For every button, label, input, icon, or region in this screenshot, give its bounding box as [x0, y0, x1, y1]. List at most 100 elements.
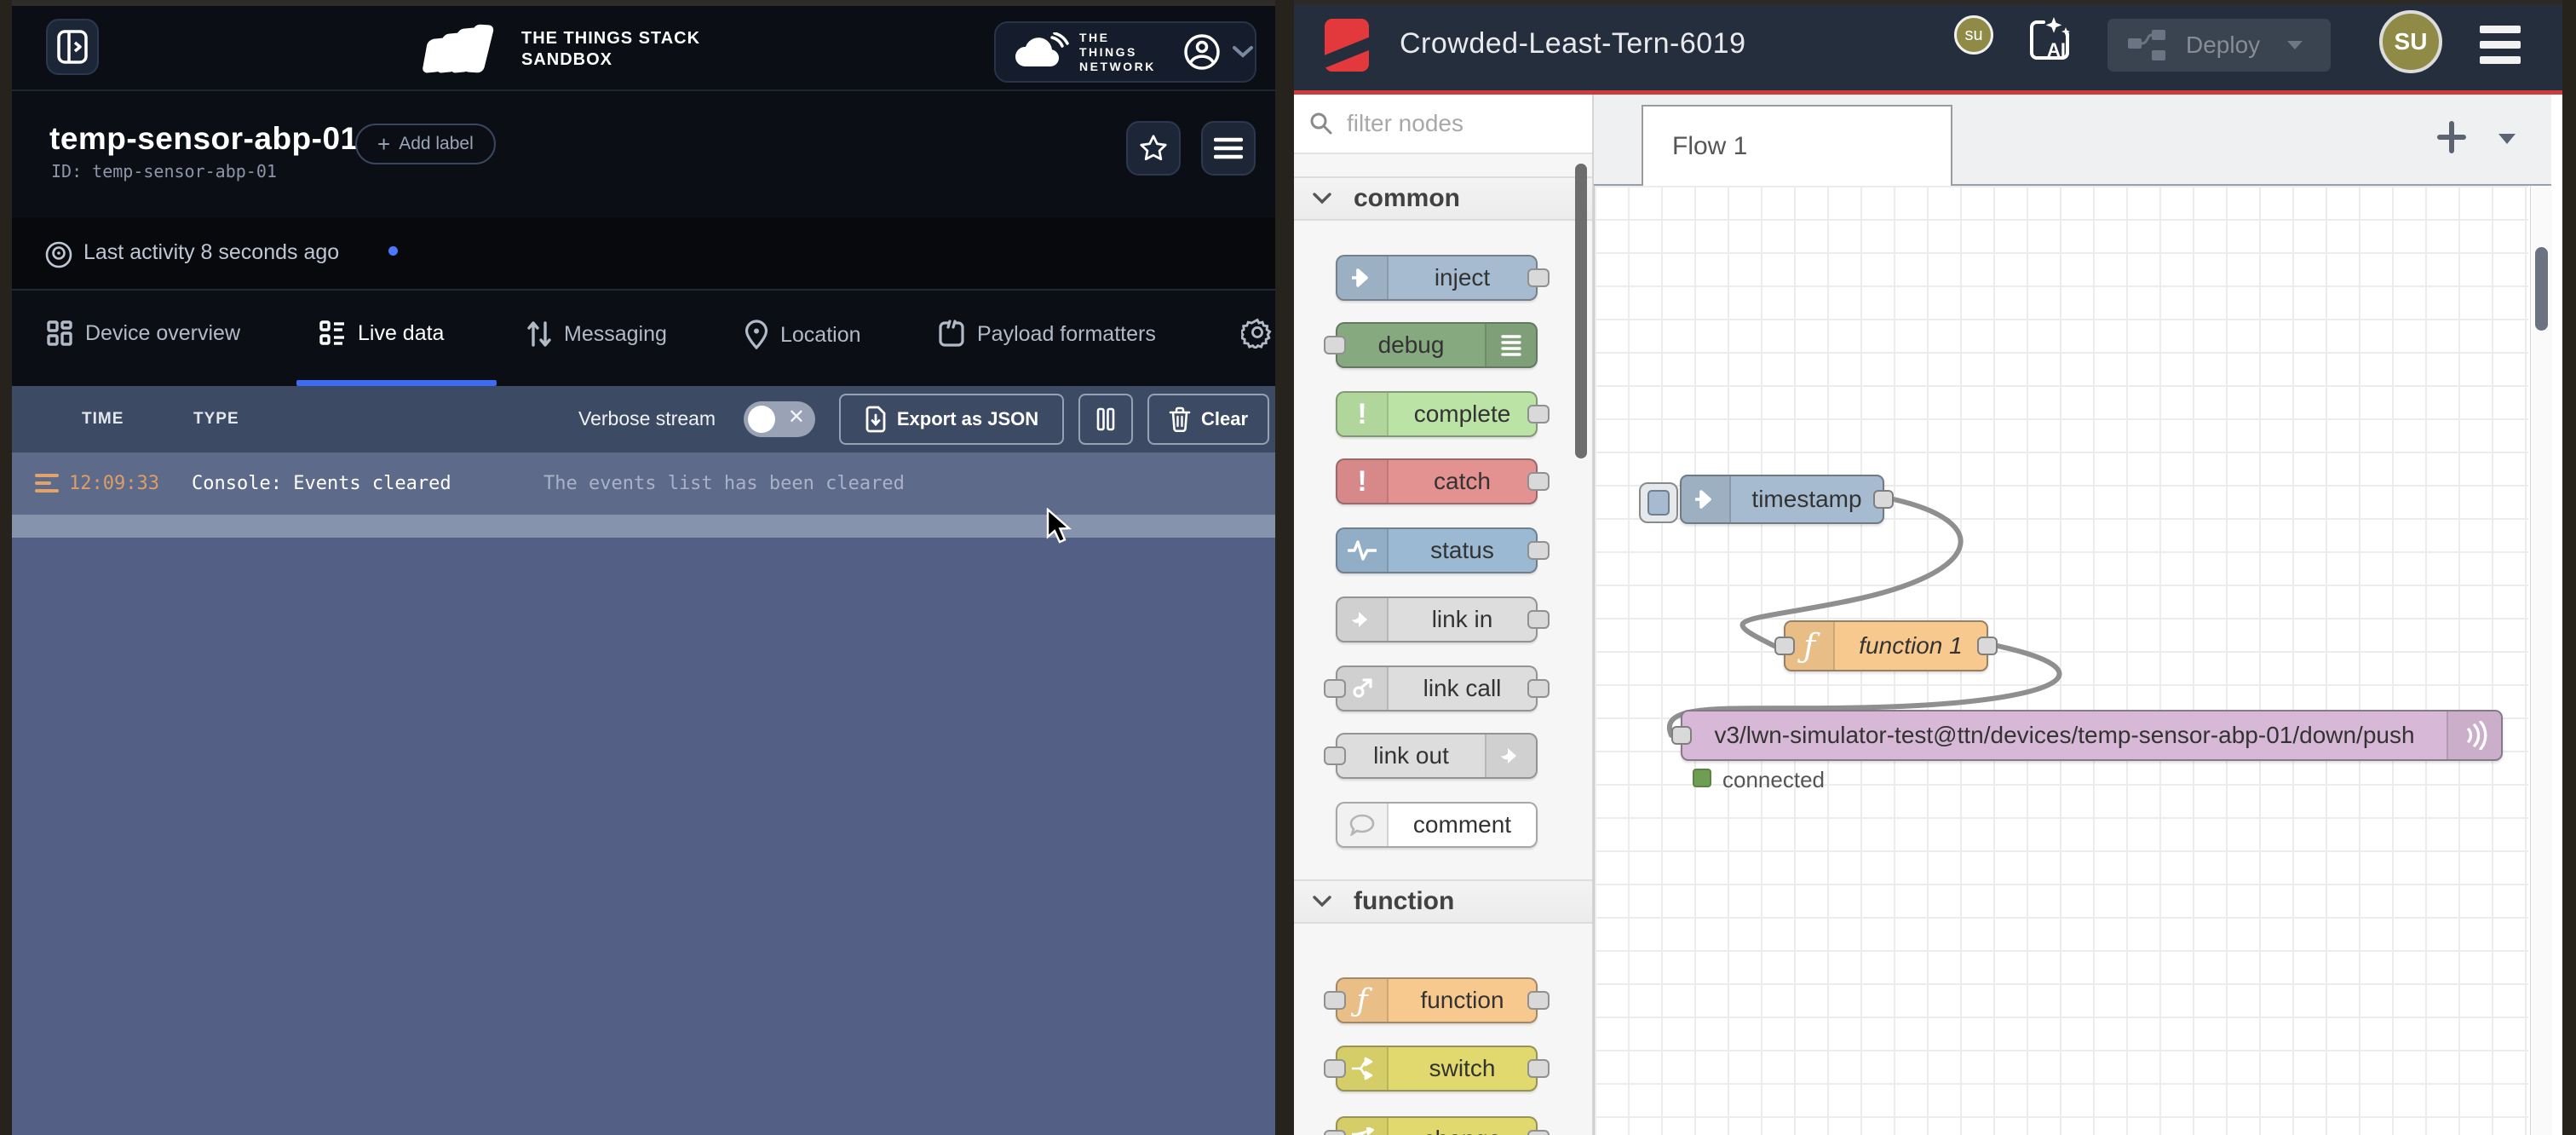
collaborator-avatar[interactable]: su [1954, 15, 1993, 55]
palette-node-complete[interactable]: ! complete [1336, 391, 1538, 437]
palette-node-inject[interactable]: inject [1336, 255, 1538, 301]
palette-node-link-call[interactable]: link call [1336, 665, 1538, 712]
tts-console-window: THE THINGS STACK SANDBOX THE THINGS NETW… [12, 0, 1275, 1135]
output-port[interactable] [1527, 679, 1550, 698]
palette-node-catch[interactable]: ! catch [1336, 458, 1538, 504]
mqtt-out-node[interactable]: v3/lwn-simulator-test@ttn/devices/temp-s… [1681, 710, 2503, 761]
verbose-stream-toggle[interactable]: ✕ [744, 401, 815, 437]
mqtt-node-label: v3/lwn-simulator-test@ttn/devices/temp-s… [1682, 712, 2447, 759]
input-port[interactable] [1774, 637, 1795, 655]
overview-icon [46, 320, 73, 347]
clear-events-button[interactable]: Clear [1147, 394, 1269, 445]
main-menu-button[interactable] [2480, 26, 2521, 64]
event-row[interactable]: 12:09:33 Console: Events cleared The eve… [12, 452, 1275, 515]
flow-canvas[interactable]: timestamp ƒ function 1 v3/lwn-simulator-… [1594, 186, 2528, 1135]
event-row-hover[interactable] [12, 515, 1275, 538]
output-port[interactable] [1527, 1059, 1550, 1078]
location-icon [745, 320, 768, 350]
tab-location[interactable]: Location [745, 320, 861, 350]
input-port[interactable] [1324, 336, 1346, 354]
status-icon [1337, 529, 1389, 572]
palette-node-status[interactable]: status [1336, 527, 1538, 573]
messaging-icon [526, 320, 552, 349]
catch-icon: ! [1337, 460, 1389, 503]
cloud-icon [1013, 32, 1069, 72]
output-port[interactable] [1527, 472, 1550, 491]
ai-icon: AI [2023, 12, 2076, 68]
palette-node-link-out[interactable]: link out [1336, 733, 1538, 779]
deploy-nodes-icon [2126, 28, 2171, 62]
output-port[interactable] [1527, 541, 1550, 560]
network-switcher[interactable]: THE THINGS NETWORK [994, 21, 1256, 83]
flow-tab[interactable]: Flow 1 [1642, 105, 1952, 186]
inject-node-timestamp[interactable]: timestamp [1680, 475, 1884, 524]
deploy-button[interactable]: Deploy [2107, 19, 2331, 72]
palette-node-comment[interactable]: comment [1336, 802, 1538, 848]
tab-payload-formatters[interactable]: Payload formatters [938, 320, 1156, 349]
user-circle-icon [1183, 33, 1221, 71]
verbose-stream-label: Verbose stream [578, 407, 716, 430]
user-avatar[interactable]: SU [2379, 10, 2442, 73]
palette-node-link-in[interactable]: link in [1336, 596, 1538, 642]
inject-icon [1337, 256, 1389, 299]
add-label-button[interactable]: + Add label [355, 124, 496, 164]
palette-node-debug[interactable]: debug [1336, 322, 1538, 368]
flow-list-dropdown-icon[interactable] [2497, 132, 2517, 146]
pause-stream-button[interactable] [1078, 394, 1133, 445]
output-port[interactable] [1527, 1130, 1550, 1135]
link-in-icon [1337, 598, 1389, 641]
inject-node-label: timestamp [1731, 476, 1883, 522]
output-port[interactable] [1527, 991, 1550, 1010]
export-json-button[interactable]: Export as JSON [839, 394, 1064, 445]
deploy-dropdown-icon[interactable] [2286, 39, 2304, 51]
palette-scrollbar[interactable] [1575, 164, 1587, 458]
output-port[interactable] [1977, 637, 1998, 655]
input-port[interactable] [1324, 679, 1346, 698]
input-port[interactable] [1324, 991, 1346, 1010]
toggle-x-icon: ✕ [788, 405, 805, 429]
activity-bar: Last activity 8 seconds ago [12, 217, 1275, 291]
palette-node-switch[interactable]: switch [1336, 1046, 1538, 1092]
tts-header: THE THINGS STACK SANDBOX THE THINGS NETW… [12, 6, 1275, 91]
network-badge-text: THE THINGS NETWORK [1079, 31, 1171, 74]
input-port[interactable] [1324, 1130, 1346, 1135]
palette-section-common[interactable]: common [1294, 176, 1592, 221]
output-port[interactable] [1527, 610, 1550, 629]
node-palette: filter nodes common inject debug [1294, 95, 1594, 1135]
canvas-vscrollbar-thumb[interactable] [2535, 247, 2548, 331]
input-port[interactable] [1671, 726, 1692, 745]
tab-device-overview[interactable]: Device overview [46, 320, 240, 347]
palette-section-function[interactable]: function [1294, 879, 1592, 924]
star-icon [1138, 133, 1169, 164]
toggle-knob [748, 406, 775, 433]
chevron-down-icon [1313, 193, 1331, 205]
output-port[interactable] [1873, 490, 1894, 509]
output-port[interactable] [1527, 268, 1550, 287]
tab-live-data[interactable]: Live data [319, 320, 444, 347]
function-node[interactable]: ƒ function 1 [1784, 620, 1988, 671]
palette-node-change[interactable]: change [1336, 1116, 1538, 1135]
event-type: Console: Events cleared [192, 473, 451, 494]
add-flow-button[interactable] [2437, 120, 2466, 154]
active-tab-underline [296, 380, 497, 386]
favorite-button[interactable] [1126, 121, 1181, 176]
event-clear-icon [35, 474, 59, 493]
tab-messaging[interactable]: Messaging [526, 320, 667, 349]
palette-node-function[interactable]: ƒ function [1336, 977, 1538, 1023]
input-port[interactable] [1324, 1059, 1346, 1078]
inject-trigger-button[interactable] [1639, 482, 1678, 523]
sidebar-toggle-button[interactable] [46, 19, 99, 75]
inject-icon [1682, 476, 1731, 522]
payload-formatters-icon [938, 320, 965, 349]
device-settings-gear-icon[interactable] [1241, 316, 1274, 349]
canvas-vscrollbar[interactable] [2530, 186, 2552, 1135]
input-port[interactable] [1324, 746, 1346, 765]
ai-assistant-button[interactable]: AI [2023, 12, 2076, 68]
device-menu-button[interactable] [1201, 121, 1256, 176]
event-detail: The events list has been cleared [543, 473, 905, 494]
mqtt-broadcast-icon [2447, 712, 2501, 759]
function-node-label: function 1 [1835, 622, 1987, 670]
output-port[interactable] [1527, 405, 1550, 423]
svg-text:AI: AI [2047, 39, 2066, 60]
palette-search[interactable]: filter nodes [1294, 95, 1592, 154]
